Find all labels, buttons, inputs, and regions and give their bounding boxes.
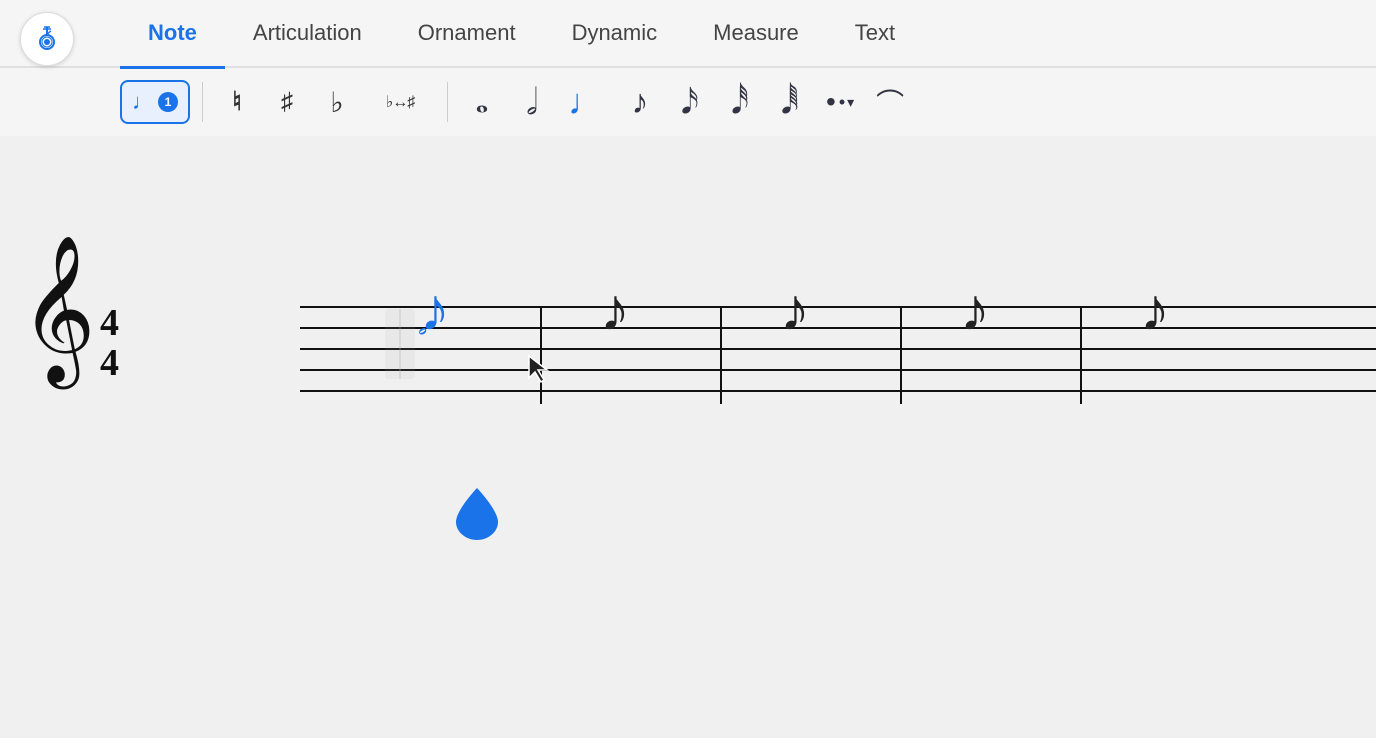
sharp-icon: ♯ [281,88,293,116]
tab-ornament[interactable]: Ornament [390,0,544,67]
staff-line-4 [300,369,1376,371]
sixteenth-note-button[interactable]: 𝅘𝅥𝅯 [668,80,712,124]
half-note-icon: 𝅗𝅥 [526,81,537,124]
whole-note-button[interactable]: 𝅝 [460,80,504,124]
sharp-button[interactable]: ♯ [265,80,309,124]
staff-line-2 [300,327,1376,329]
time-sig-top: 4 [100,304,119,344]
thirtysecond-note-icon: 𝅘𝅥𝅰 [731,83,749,122]
toggle-accidental-button[interactable]: ♭↔♯ [365,80,435,124]
note-input-badge: 1 [158,92,178,112]
divider-2 [447,82,448,122]
natural-button[interactable]: ♮ [215,80,259,124]
dot2-icon: • [839,92,845,113]
top-nav: Note Articulation Ornament Dynamic Measu… [0,0,1376,68]
barline-3 [900,306,902,404]
toggle-accidental-icon: ♭↔♯ [386,92,415,112]
sixtyfourth-note-icon: 𝅘𝅥𝅱 [781,83,799,122]
note-4[interactable]: ♪ [960,276,990,345]
note-input-icon: ♩ [132,89,154,115]
staff-line-1 [300,306,1376,308]
whole-note-icon: 𝅝 [476,83,489,121]
barline-2 [720,306,722,404]
slur-icon: ⌒ [876,82,904,122]
dropdown-arrow-icon: ▾ [847,94,854,111]
eighth-note-button[interactable]: ♪ [618,80,662,124]
staff-line-3 [300,348,1376,350]
tab-dynamic[interactable]: Dynamic [544,0,686,67]
note-3[interactable]: ♪ [780,276,810,345]
barline-4 [1080,306,1082,404]
score-area[interactable]: 𝄞 4 4 ♪ 𝅗 ♪ [0,136,1376,738]
sixteenth-note-icon: 𝅘𝅥𝅯 [681,83,699,122]
flat-icon: ♭ [330,86,343,119]
note-5[interactable]: ♪ [1140,276,1170,345]
staff-line-5 [300,390,1376,392]
time-sig-bottom: 4 [100,344,119,384]
time-signature: 4 4 [100,304,119,384]
natural-icon: ♮ [232,87,241,117]
divider-1 [202,82,203,122]
half-note-button[interactable]: 𝅗𝅥 [510,80,554,124]
drop-cursor [456,488,498,545]
guitar-icon [31,23,63,55]
tab-measure[interactable]: Measure [685,0,827,67]
note-1-tail: 𝅗 [418,308,427,342]
staff-lines [300,306,1376,411]
sixtyfourth-note-button[interactable]: 𝅘𝅥𝅱 [768,80,812,124]
quarter-note-icon: ♩ [568,81,604,123]
staff-row: 𝄞 4 4 ♪ 𝅗 ♪ [300,266,1376,406]
score-wrapper: 𝄞 4 4 ♪ 𝅗 ♪ [0,266,1376,406]
treble-clef: 𝄞 [20,236,96,385]
note-input-button[interactable]: ♩ 1 [120,80,190,124]
note-toolbar: ♩ 1 ♮ ♯ ♭ ♭↔♯ 𝅝 𝅗𝅥 ♩ ♪ 𝅘𝅥𝅯 𝅘𝅥𝅰 [0,68,1376,136]
slur-button[interactable]: ⌒ [868,80,912,124]
note-2[interactable]: ♪ [600,276,630,345]
logo-button[interactable] [20,12,74,66]
tab-note[interactable]: Note [120,0,225,67]
barline-1 [540,306,542,404]
placeholder-measure [380,304,420,384]
quarter-note-button[interactable]: ♩ [560,80,612,124]
tab-articulation[interactable]: Articulation [225,0,390,67]
eighth-note-icon: ♪ [632,83,649,122]
placeholder-icon [380,304,420,384]
tab-text[interactable]: Text [827,0,923,67]
dotted-note-button[interactable]: • • ▾ [818,80,862,124]
flat-button[interactable]: ♭ [315,80,359,124]
dot-icon: • [826,86,836,118]
thirtysecond-note-button[interactable]: 𝅘𝅥𝅰 [718,80,762,124]
